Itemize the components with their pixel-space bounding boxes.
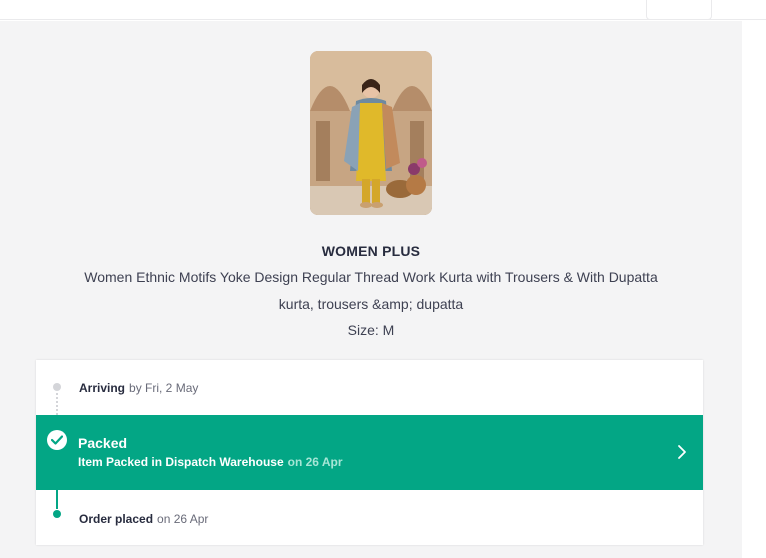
chevron-right-icon[interactable] [676, 443, 688, 461]
product-subtitle: kurta, trousers &amp; dupatta [278, 296, 464, 312]
order-placed-date: on 26 Apr [157, 512, 209, 526]
product-name: Women Ethnic Motifs Yoke Design Regular … [84, 269, 658, 285]
completed-timeline-line [56, 490, 58, 509]
arriving-text: Arriving by Fri, 2 May [79, 381, 198, 395]
top-bar [0, 0, 766, 20]
pending-timeline-line [56, 393, 58, 415]
completed-step-dot [53, 510, 61, 518]
scrollbar-gutter [742, 21, 766, 558]
pending-step-dot [53, 383, 61, 391]
order-details-page: WOMEN PLUS Women Ethnic Motifs Yoke Desi… [0, 21, 742, 558]
packed-description-text: Item Packed in Dispatch Warehouse [78, 455, 284, 469]
packed-title: Packed [78, 435, 128, 451]
tracking-step-packed[interactable]: Packed Item Packed in Dispatch Warehouse… [36, 415, 703, 490]
product-brand: WOMEN PLUS [321, 243, 421, 259]
tracking-step-arriving: Arriving by Fri, 2 May [36, 360, 703, 415]
product-size: Size: M [347, 322, 395, 338]
packed-date: on 26 Apr [287, 455, 343, 469]
arriving-label: Arriving [79, 381, 126, 395]
tracking-step-order-placed: Order placed on 26 Apr [36, 490, 703, 545]
top-bar-button[interactable] [646, 0, 712, 20]
packed-description: Item Packed in Dispatch Warehouse on 26 A… [78, 455, 343, 469]
arriving-date: by Fri, 2 May [129, 381, 199, 395]
order-placed-text: Order placed on 26 Apr [79, 512, 208, 526]
order-placed-label: Order placed [79, 512, 154, 526]
tracking-card: Arriving by Fri, 2 May Packed Item Packed… [36, 360, 703, 545]
check-circle-icon [47, 430, 67, 450]
product-image[interactable] [310, 51, 432, 215]
